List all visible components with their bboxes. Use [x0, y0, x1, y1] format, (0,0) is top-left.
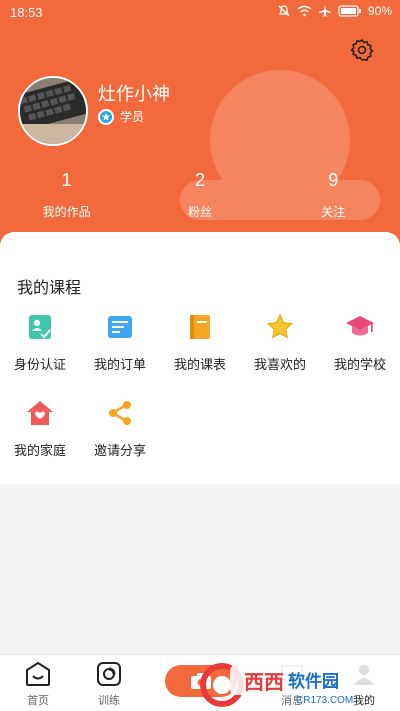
star-icon	[265, 312, 295, 342]
menu-item-favorites[interactable]: 我喜欢的	[240, 312, 320, 373]
status-bar: 18:53 90%	[0, 0, 400, 24]
battery-icon	[338, 5, 361, 17]
stat-fans[interactable]: 2 粉丝	[150, 170, 250, 220]
username: 灶作小神	[98, 84, 170, 104]
status-time: 18:53	[10, 5, 43, 20]
role-badge: 学员	[98, 108, 144, 125]
menu-item-schedule[interactable]: 我的课表	[160, 312, 240, 373]
menu-item-label: 邀请分享	[93, 443, 146, 458]
menu-item-identity[interactable]: 身份认证	[0, 312, 80, 373]
stat-following[interactable]: 9 关注	[283, 170, 383, 220]
camera-button[interactable]	[165, 665, 237, 697]
menu-item-label: 我的学校	[333, 357, 386, 372]
avatar[interactable]	[18, 76, 88, 146]
tab-home[interactable]: 首页	[8, 661, 68, 708]
battery-percent: 90%	[367, 4, 392, 18]
menu-item-label: 我的课表	[173, 357, 226, 372]
mine-tab-icon	[354, 665, 374, 685]
menu-item-label: 我喜欢的	[253, 357, 306, 372]
menu-item-school[interactable]: 我的学校	[320, 312, 400, 373]
stat-works[interactable]: 1 我的作品	[17, 170, 117, 220]
avatar-image	[20, 78, 86, 144]
order-icon	[105, 312, 135, 342]
stat-label: 我的作品	[42, 205, 91, 219]
stat-value: 1	[61, 170, 72, 190]
menu-item-family[interactable]: 我的家庭	[0, 398, 80, 459]
camera-icon	[191, 673, 211, 689]
airplane-icon	[318, 5, 331, 17]
message-tab-icon	[281, 665, 303, 684]
tab-label: 首页	[27, 695, 49, 707]
tab-label: 训练	[98, 695, 120, 707]
book-icon	[185, 312, 215, 342]
student-badge-icon	[98, 108, 114, 125]
stat-value: 9	[328, 170, 339, 190]
tab-messages[interactable]: 消息	[262, 661, 322, 708]
profile-header: 18:53 90% 灶作小神 学员 1 我的作品 2 粉丝 9 关注	[0, 0, 400, 250]
courses-card: 我的课程 身份认证 我的订单 我的课表 我喜欢的 我的学校 我的家庭 邀请分享	[0, 232, 400, 484]
section-title: 我的课程	[17, 280, 82, 297]
wifi-icon	[297, 5, 312, 17]
stat-label: 粉丝	[187, 205, 212, 219]
stat-label: 关注	[321, 205, 346, 219]
menu-item-label: 我的订单	[93, 357, 146, 372]
tab-label: 消息	[281, 695, 303, 707]
share-icon	[105, 398, 135, 428]
stats-row: 1 我的作品 2 粉丝 9 关注	[0, 170, 400, 220]
menu-item-invite[interactable]: 邀请分享	[80, 398, 160, 459]
tab-label: 我的	[353, 695, 375, 707]
tab-mine[interactable]: 我的	[334, 661, 394, 708]
graduation-cap-icon	[345, 312, 375, 342]
menu-item-orders[interactable]: 我的订单	[80, 312, 160, 373]
home-icon	[25, 398, 55, 428]
bottom-tab-bar: 首页 训练 消息 我的 西西 软件园 CR173.COM	[0, 654, 400, 711]
id-card-icon	[25, 312, 55, 342]
stat-value: 2	[194, 170, 205, 190]
training-tab-icon	[97, 662, 121, 686]
settings-gear-icon[interactable]	[350, 38, 374, 62]
menu-item-label: 身份认证	[13, 357, 66, 372]
role-label: 学员	[120, 110, 145, 124]
tab-training[interactable]: 训练	[79, 661, 139, 708]
mute-icon	[278, 5, 290, 17]
home-tab-icon	[26, 662, 50, 686]
menu-item-label: 我的家庭	[13, 443, 66, 458]
